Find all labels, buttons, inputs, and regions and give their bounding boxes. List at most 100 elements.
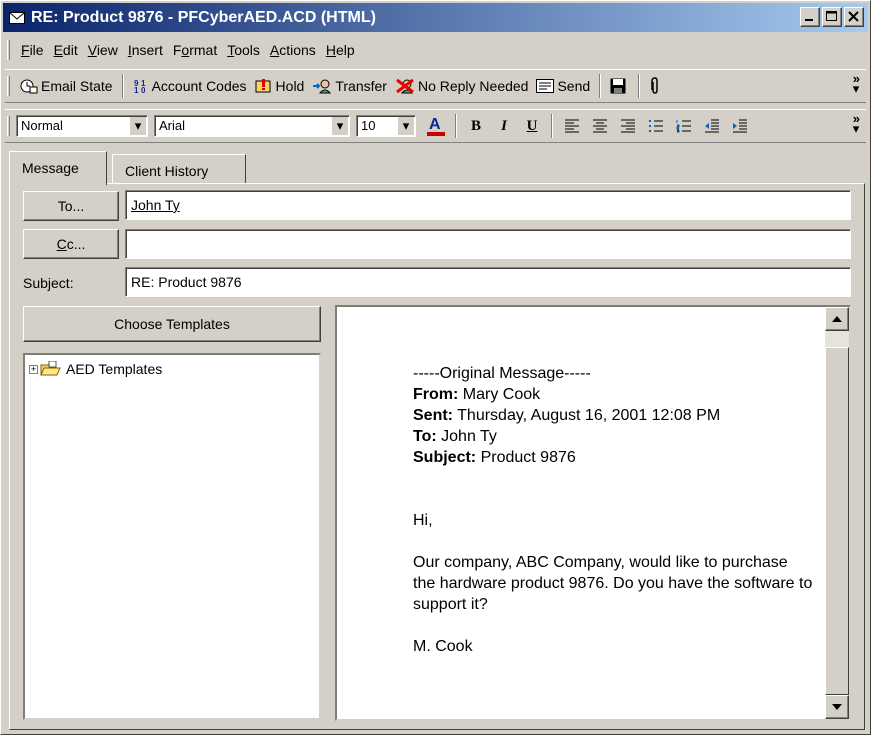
templates-tree[interactable]: + AED Templates xyxy=(23,353,321,720)
send-button[interactable]: Send xyxy=(532,76,594,96)
maximize-icon xyxy=(826,11,837,21)
toolbar-grip[interactable] xyxy=(7,116,10,136)
body-paragraph: Our company, ABC Company, would like to … xyxy=(413,554,813,613)
save-button[interactable] xyxy=(606,76,633,96)
decrease-indent-button[interactable] xyxy=(700,114,724,138)
font-color-icon: A xyxy=(427,116,445,136)
separator xyxy=(551,114,553,138)
standard-toolbar: Email State 9 1 1 0 Account Codes Hold T… xyxy=(5,69,866,103)
align-right-icon xyxy=(621,119,635,133)
separator xyxy=(599,74,602,98)
expand-icon[interactable]: + xyxy=(29,364,38,374)
original-message-separator: -----Original Message----- xyxy=(413,365,591,382)
decrease-indent-icon xyxy=(705,119,719,133)
scroll-up-button[interactable] xyxy=(825,307,849,331)
transfer-icon xyxy=(313,79,332,94)
formatting-toolbar: Normal ▾ Arial ▾ 10 ▾ A B I U » ▾ xyxy=(5,109,866,143)
tree-item-aed-templates[interactable]: + AED Templates xyxy=(29,361,315,377)
align-right-button[interactable] xyxy=(616,114,640,138)
toolbar-grip[interactable] xyxy=(7,76,10,96)
header-sent: Sent: Thursday, August 16, 2001 12:08 PM xyxy=(413,407,721,424)
app-window: RE: Product 9876 - PFCyberAED.ACD (HTML)… xyxy=(0,0,871,735)
email-state-button[interactable]: Email State xyxy=(16,76,117,96)
send-icon xyxy=(536,79,555,93)
to-recipient[interactable]: John Ty xyxy=(131,197,180,213)
choose-templates-button[interactable]: Choose Templates xyxy=(23,306,321,342)
attach-button[interactable] xyxy=(645,75,668,97)
vertical-scrollbar[interactable] xyxy=(825,307,849,719)
svg-text:A: A xyxy=(429,116,441,133)
underline-button[interactable]: U xyxy=(520,114,544,138)
no-reply-needed-button[interactable]: No Reply Needed xyxy=(391,76,533,96)
increase-indent-button[interactable] xyxy=(728,114,752,138)
style-select[interactable]: Normal ▾ xyxy=(16,115,148,137)
to-button[interactable]: To... xyxy=(23,191,119,221)
numbered-list-icon xyxy=(676,120,691,133)
to-field[interactable]: John Ty xyxy=(125,190,851,220)
minimize-button[interactable] xyxy=(800,7,820,27)
toolbar-overflow-chevron[interactable]: » ▾ xyxy=(853,112,860,135)
scrollbar-thumb[interactable] xyxy=(825,347,849,695)
email-state-icon xyxy=(20,79,38,94)
title-bar[interactable]: RE: Product 9876 - PFCyberAED.ACD (HTML) xyxy=(3,3,868,32)
arrow-up-icon xyxy=(832,316,842,322)
cc-button[interactable]: Cc... xyxy=(23,229,119,259)
dropdown-arrow-icon[interactable]: ▾ xyxy=(130,117,146,135)
font-select[interactable]: Arial ▾ xyxy=(154,115,350,137)
tab-client-history[interactable]: Client History xyxy=(112,154,246,184)
menu-actions[interactable]: Actions xyxy=(265,40,321,60)
increase-indent-icon xyxy=(733,119,747,133)
menu-view[interactable]: View xyxy=(83,40,123,60)
header-from: From: Mary Cook xyxy=(413,386,541,403)
align-left-button[interactable] xyxy=(560,114,584,138)
hold-icon xyxy=(255,79,271,93)
menu-edit[interactable]: Edit xyxy=(49,40,83,60)
envelope-icon xyxy=(9,11,25,24)
bullets-button[interactable] xyxy=(644,114,668,138)
font-size-select[interactable]: 10 ▾ xyxy=(356,115,416,137)
bullet-list-icon xyxy=(649,120,663,132)
toolbar-grip[interactable] xyxy=(7,40,10,60)
menu-insert[interactable]: Insert xyxy=(123,40,168,60)
subject-label: Subject: xyxy=(23,275,74,291)
folder-icon xyxy=(40,361,61,376)
scroll-down-button[interactable] xyxy=(825,695,849,719)
italic-button[interactable]: I xyxy=(492,114,516,138)
paperclip-icon xyxy=(651,77,658,94)
separator xyxy=(121,74,124,98)
header-to: To: John Ty xyxy=(413,428,497,445)
menu-tools[interactable]: Tools xyxy=(222,40,265,60)
separator xyxy=(638,74,641,98)
menu-format[interactable]: Format xyxy=(168,40,222,60)
maximize-button[interactable] xyxy=(822,7,842,27)
transfer-button[interactable]: Transfer xyxy=(308,76,391,96)
menu-help[interactable]: Help xyxy=(321,40,360,60)
close-button[interactable] xyxy=(844,7,864,27)
cc-field[interactable] xyxy=(125,229,851,259)
arrow-down-icon xyxy=(832,704,842,710)
align-center-button[interactable] xyxy=(588,114,612,138)
tree-item-label: AED Templates xyxy=(66,361,163,377)
minimize-icon xyxy=(805,19,813,21)
hold-button[interactable]: Hold xyxy=(251,76,309,96)
bold-button[interactable]: B xyxy=(464,114,488,138)
no-reply-icon xyxy=(396,78,414,94)
dropdown-arrow-icon[interactable]: ▾ xyxy=(332,117,348,135)
account-codes-button[interactable]: 9 1 1 0 Account Codes xyxy=(129,76,251,96)
menu-file[interactable]: File xyxy=(16,40,49,60)
greeting: Hi, xyxy=(413,512,433,529)
signature: M. Cook xyxy=(413,638,473,655)
toolbar-overflow-chevron[interactable]: » ▾ xyxy=(853,72,860,95)
tab-message[interactable]: Message xyxy=(9,151,107,185)
header-subject: Subject: Product 9876 xyxy=(413,449,576,466)
account-codes-icon: 9 1 1 0 xyxy=(134,79,146,94)
dropdown-arrow-icon[interactable]: ▾ xyxy=(398,117,414,135)
align-center-icon xyxy=(593,119,607,133)
numbering-button[interactable] xyxy=(672,114,696,138)
message-body-editor[interactable]: -----Original Message----- From: Mary Co… xyxy=(335,305,851,721)
subject-field[interactable]: RE: Product 9876 xyxy=(125,267,851,297)
font-color-button[interactable]: A xyxy=(424,114,448,138)
align-left-icon xyxy=(565,119,579,133)
svg-text:1: 1 xyxy=(134,86,139,94)
separator xyxy=(455,114,457,138)
